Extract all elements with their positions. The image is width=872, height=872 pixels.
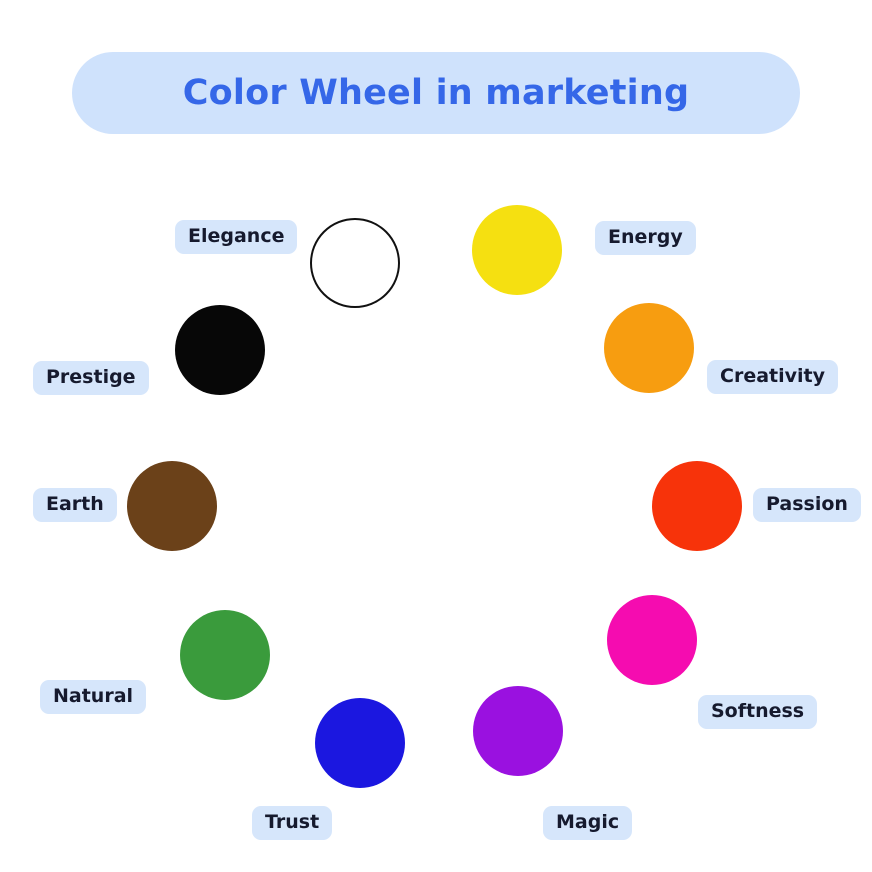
color-wheel-infographic: Color Wheel in marketing Elegance Energy C…: [0, 0, 872, 872]
label-natural: Natural: [40, 680, 147, 714]
color-swatch-trust: [315, 698, 405, 788]
color-swatch-creativity: [604, 303, 694, 393]
label-prestige: Prestige: [33, 361, 149, 395]
label-passion: Passion: [753, 488, 861, 522]
label-elegance: Elegance: [175, 220, 298, 254]
color-swatch-earth: [127, 461, 217, 551]
label-earth: Earth: [33, 488, 117, 522]
label-magic: Magic: [543, 806, 633, 840]
color-swatch-softness: [607, 595, 697, 685]
title-banner: Color Wheel in marketing: [72, 52, 800, 134]
color-swatch-magic: [473, 686, 563, 776]
label-trust: Trust: [252, 806, 333, 840]
page-title: Color Wheel in marketing: [182, 73, 690, 113]
color-swatch-prestige: [175, 305, 265, 395]
label-softness: Softness: [698, 695, 818, 729]
color-swatch-natural: [180, 610, 270, 700]
color-swatch-elegance: [310, 218, 400, 308]
color-swatch-energy: [472, 205, 562, 295]
label-creativity: Creativity: [707, 360, 838, 394]
label-energy: Energy: [595, 221, 696, 255]
color-swatch-passion: [652, 461, 742, 551]
